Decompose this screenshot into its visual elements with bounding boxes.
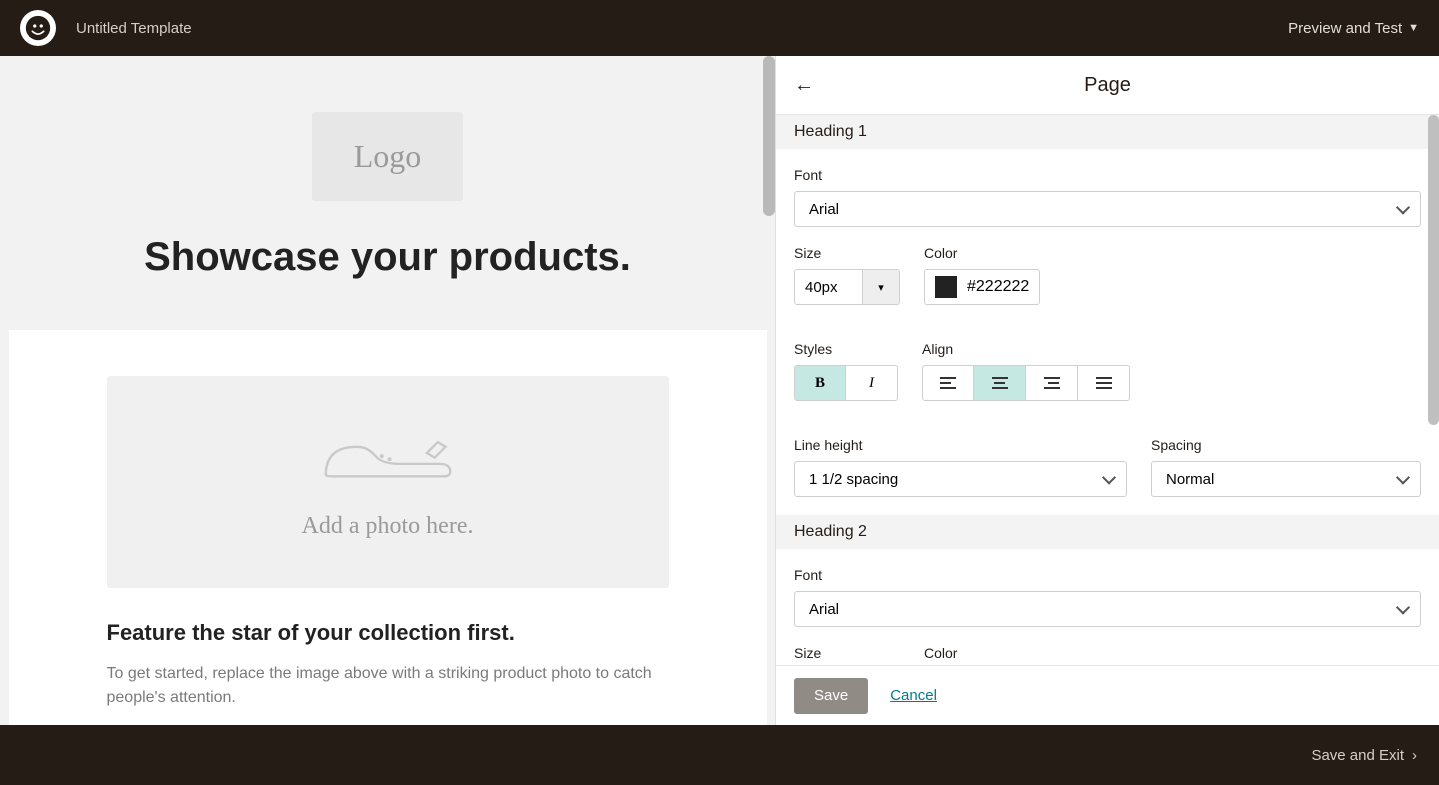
h2-font-select[interactable]: Arial <box>794 591 1421 627</box>
shoe-icon <box>308 425 468 495</box>
h1-size-field: Size 40px ▾ <box>794 245 900 305</box>
align-justify-button[interactable] <box>1078 365 1130 401</box>
size-label: Size <box>794 645 900 661</box>
align-center-button[interactable] <box>974 365 1026 401</box>
canvas-scrollbar[interactable] <box>763 56 775 216</box>
align-left-button[interactable] <box>922 365 974 401</box>
h1-font-field: Font Arial <box>794 167 1421 227</box>
section-body-2: Font Arial Size 34px ▾ Color #222222 <box>776 549 1439 665</box>
photo-placeholder[interactable]: Add a photo here. <box>107 376 669 588</box>
italic-button[interactable]: I <box>846 365 898 401</box>
chevron-right-icon: › <box>1412 747 1417 764</box>
section-heading-1: Heading 1 <box>776 115 1439 149</box>
font-label: Font <box>794 167 1421 183</box>
size-label: Size <box>794 245 900 261</box>
h1-color-field: Color #222222 <box>924 245 1040 305</box>
back-arrow-icon[interactable]: ← <box>794 74 814 97</box>
h1-color-input[interactable]: #222222 <box>924 269 1040 305</box>
canvas-headline[interactable]: Showcase your products. <box>9 235 767 280</box>
app-logo[interactable] <box>20 10 56 46</box>
align-center-icon <box>992 377 1008 389</box>
h1-line-height-field: Line height 1 1/2 spacing <box>794 437 1127 497</box>
work-area: Logo Showcase your products. Add a photo… <box>0 56 1439 725</box>
canvas-header-region: Logo Showcase your products. <box>9 56 767 330</box>
h1-size-stepper[interactable]: ▾ <box>862 269 900 305</box>
preview-label: Preview and Test <box>1288 20 1402 37</box>
canvas-body-region: Add a photo here. Feature the star of yo… <box>9 330 767 725</box>
h2-size-field: Size 34px ▾ <box>794 645 900 665</box>
chevron-down-icon: ▾ <box>878 281 884 294</box>
save-and-exit-button[interactable]: Save and Exit › <box>1311 747 1417 764</box>
align-label: Align <box>922 341 1130 357</box>
italic-icon: I <box>869 375 874 392</box>
preview-and-test-button[interactable]: Preview and Test ▼ <box>1288 20 1419 37</box>
bold-button[interactable]: B <box>794 365 846 401</box>
h2-color-field: Color #222222 <box>924 645 1040 665</box>
h1-styles-field: Styles B I <box>794 341 898 401</box>
cancel-link[interactable]: Cancel <box>890 687 937 704</box>
photo-caption: Add a photo here. <box>302 513 474 540</box>
save-and-exit-label: Save and Exit <box>1311 747 1404 764</box>
styles-label: Styles <box>794 341 898 357</box>
align-right-button[interactable] <box>1026 365 1078 401</box>
panel-footer: Save Cancel <box>776 665 1439 725</box>
h1-align-group <box>922 365 1130 401</box>
align-right-icon <box>1044 377 1060 389</box>
color-value: #222222 <box>967 278 1029 296</box>
color-swatch <box>935 276 957 298</box>
panel-scrollbar[interactable] <box>1428 115 1439 425</box>
top-bar-left: Untitled Template <box>20 10 192 46</box>
h2-font-field: Font Arial <box>794 567 1421 627</box>
color-label: Color <box>924 245 1040 261</box>
color-label: Color <box>924 645 1040 661</box>
panel-scroll-area: Heading 1 Font Arial Size 40px ▾ Color <box>776 115 1439 665</box>
mailchimp-icon <box>25 15 51 41</box>
section-heading-2: Heading 2 <box>776 515 1439 549</box>
font-label: Font <box>794 567 1421 583</box>
h1-size-input[interactable]: 40px <box>794 269 862 305</box>
logo-placeholder[interactable]: Logo <box>312 112 464 201</box>
h1-spacing-field: Spacing Normal <box>1151 437 1421 497</box>
template-title[interactable]: Untitled Template <box>76 20 192 37</box>
align-justify-icon <box>1096 377 1112 389</box>
canvas-column: Logo Showcase your products. Add a photo… <box>0 56 775 725</box>
panel-title: Page <box>1084 74 1131 97</box>
top-bar: Untitled Template Preview and Test ▼ <box>0 0 1439 56</box>
h1-align-field: Align <box>922 341 1130 401</box>
spacing-label: Spacing <box>1151 437 1421 453</box>
settings-panel: ← Page Heading 1 Font Arial Size 40px ▾ <box>775 56 1439 725</box>
chevron-down-icon: ▼ <box>1408 22 1419 34</box>
bold-icon: B <box>815 375 825 392</box>
align-left-icon <box>940 377 956 389</box>
canvas-subhead[interactable]: Feature the star of your collection firs… <box>107 620 669 646</box>
h1-styles-group: B I <box>794 365 898 401</box>
h1-spacing-select[interactable]: Normal <box>1151 461 1421 497</box>
h1-line-height-select[interactable]: 1 1/2 spacing <box>794 461 1127 497</box>
h1-font-select[interactable]: Arial <box>794 191 1421 227</box>
section-body-1: Font Arial Size 40px ▾ Color #222222 <box>776 149 1439 515</box>
panel-header: ← Page <box>776 56 1439 115</box>
h1-size-control: 40px ▾ <box>794 269 900 305</box>
canvas-paragraph-1[interactable]: To get started, replace the image above … <box>107 662 669 710</box>
save-button[interactable]: Save <box>794 678 868 714</box>
line-height-label: Line height <box>794 437 1127 453</box>
bottom-bar: Save and Exit › <box>0 725 1439 785</box>
email-canvas[interactable]: Logo Showcase your products. Add a photo… <box>9 56 767 725</box>
